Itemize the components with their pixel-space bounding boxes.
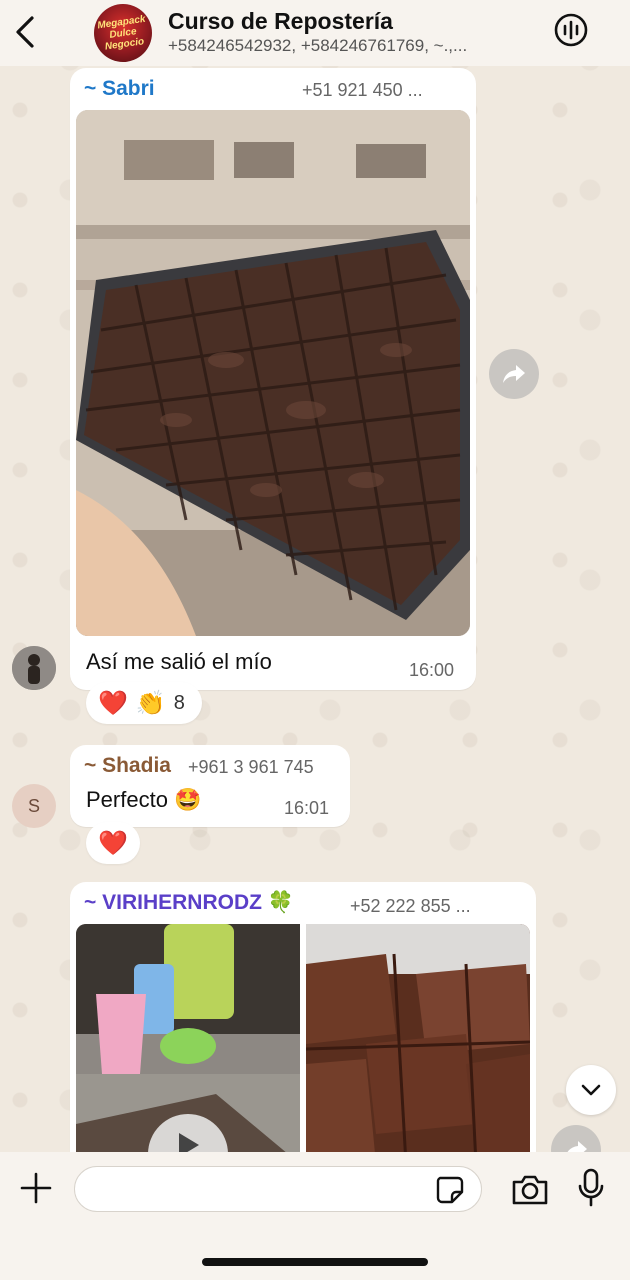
message-bubble-sabri[interactable]: ~ Sabri +51 921 450 ... Así me salió el …: [70, 68, 476, 690]
avatar-sabri-photo: [12, 646, 56, 690]
sender-phone: +51 921 450 ...: [302, 80, 423, 100]
back-arrow-icon: [16, 16, 34, 48]
message-input-bar: [0, 1152, 630, 1280]
attach-button[interactable]: [18, 1170, 54, 1206]
reaction-count: 8: [173, 691, 185, 714]
sender-name[interactable]: ~ VIRIHERNRODZ 🍀: [84, 891, 294, 915]
message-time: 16:00: [409, 660, 455, 680]
message-input[interactable]: [74, 1166, 482, 1212]
brownies-closeup-photo[interactable]: [306, 924, 530, 1164]
avatar-sabri[interactable]: [12, 646, 56, 690]
microphone-icon: [578, 1168, 604, 1207]
clap-reaction: 👏: [135, 689, 166, 717]
forward-button[interactable]: [489, 349, 539, 399]
reactions-sabri[interactable]: ❤️ 👏 8: [86, 682, 202, 724]
voice-call-button[interactable]: [552, 11, 590, 49]
plus-icon: [20, 1172, 52, 1204]
camera-button[interactable]: [510, 1172, 550, 1208]
sticker-icon: [436, 1176, 464, 1204]
avatar-initial: S: [27, 795, 40, 816]
group-avatar[interactable]: Megapack Dulce Negocio: [94, 4, 152, 62]
scroll-to-bottom-button[interactable]: [566, 1065, 616, 1115]
forward-icon: [503, 365, 525, 383]
message-text: Así me salió el mío: [86, 649, 272, 674]
video-thumbnail[interactable]: [76, 924, 300, 1164]
voice-call-icon: [554, 13, 588, 47]
heart-reaction: ❤️: [98, 689, 128, 717]
brownies-tray-image: [76, 110, 470, 636]
brownies-tray-photo[interactable]: [76, 110, 470, 636]
sender-phone: +52 222 855 ...: [350, 896, 471, 916]
sender-name[interactable]: ~ Sabri: [84, 77, 155, 101]
brownies-closeup-image: [306, 924, 530, 1164]
message-time: 16:01: [284, 798, 330, 818]
home-indicator: [202, 1258, 428, 1266]
group-members[interactable]: +584246542932, +584246761769, ~.,...: [168, 36, 538, 56]
chevron-down-icon: [581, 1084, 601, 1096]
message-bubble-virihernrodz[interactable]: ~ VIRIHERNRODZ 🍀 +52 222 855 ...: [70, 882, 536, 1172]
sender-phone: +961 3 961 745: [188, 757, 314, 777]
group-title[interactable]: Curso de Repostería: [168, 8, 393, 35]
back-button[interactable]: [10, 12, 40, 52]
group-avatar-logo: Megapack Dulce Negocio: [96, 13, 147, 53]
camera-icon: [512, 1175, 548, 1205]
sticker-button[interactable]: [434, 1174, 466, 1206]
chat-header: Megapack Dulce Negocio Curso de Reposter…: [0, 0, 630, 66]
avatar-shadia[interactable]: S: [12, 784, 56, 828]
sender-name[interactable]: ~ Shadia: [84, 754, 171, 778]
heart-reaction: ❤️: [98, 829, 128, 857]
reactions-shadia[interactable]: ❤️: [86, 822, 140, 864]
message-text: Perfecto 🤩: [86, 787, 202, 812]
message-bubble-shadia[interactable]: ~ Shadia +961 3 961 745 Perfecto 🤩 16:01: [70, 745, 350, 827]
voice-message-button[interactable]: [576, 1168, 606, 1208]
